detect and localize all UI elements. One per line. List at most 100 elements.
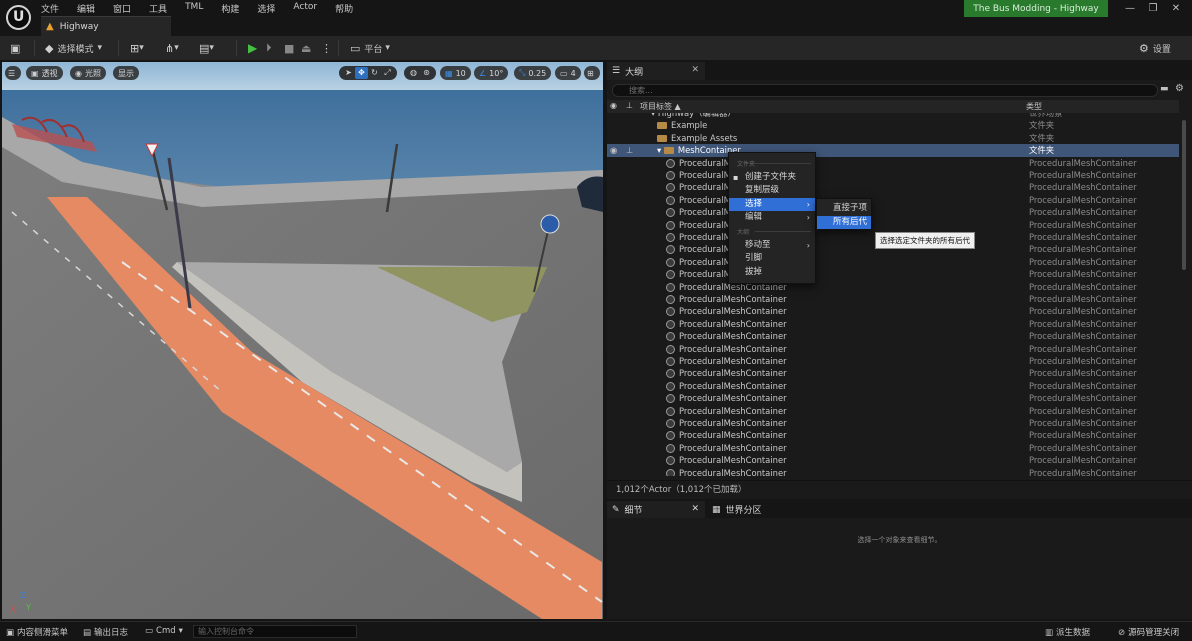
- world-partition-tab[interactable]: ▦ 世界分区: [707, 501, 807, 518]
- menu-tml[interactable]: TML: [176, 0, 212, 14]
- outliner-search-input[interactable]: 搜索...: [612, 84, 1158, 97]
- outliner-row-actor[interactable]: ProceduralMeshContainerProceduralMeshCon…: [607, 330, 1179, 342]
- console-command-input[interactable]: 输入控制台命令: [193, 625, 357, 638]
- pin-item[interactable]: 引脚: [729, 252, 815, 265]
- outliner-scrollbar[interactable]: [1182, 120, 1186, 270]
- angle-snap-button[interactable]: ∠ 10°: [474, 66, 509, 80]
- surface-snap-icon[interactable]: ⊛: [420, 67, 433, 79]
- outliner-row-actor[interactable]: ProceduralMeshContainerProceduralMeshCon…: [607, 169, 1179, 181]
- outliner-row-actor[interactable]: ProceduralMeshContainerProceduralMeshCon…: [607, 467, 1179, 476]
- content-drawer-button[interactable]: ▣ 内容侧滑菜单: [6, 626, 68, 638]
- outliner-row-folder[interactable]: Example Assets 文件夹: [607, 132, 1179, 144]
- outliner-row-actor[interactable]: ProceduralMeshContainerProceduralMeshCon…: [607, 181, 1179, 193]
- outliner-row-actor[interactable]: ProceduralMeshContainerProceduralMeshCon…: [607, 367, 1179, 379]
- close-button[interactable]: ✕: [1166, 3, 1186, 17]
- view-mode-button[interactable]: ◉ 光照: [70, 66, 106, 80]
- cmd-label: Cmd: [156, 626, 176, 636]
- maximize-button[interactable]: ❐: [1143, 3, 1163, 17]
- camera-speed-button[interactable]: ▭ 4: [555, 66, 581, 80]
- visibility-eye-icon[interactable]: ◉: [610, 144, 617, 156]
- outliner-row-actor[interactable]: ProceduralMeshContainerProceduralMeshCon…: [607, 281, 1179, 293]
- outliner-tab[interactable]: ☰ 大纲 ✕: [607, 62, 705, 80]
- level-viewport[interactable]: ☰ ▣ 透视 ◉ 光照 显示 ➤ ✥ ↻ ⤢ ◍ ⊛ ▦ 10 ∠ 10° ⤡ …: [2, 62, 603, 619]
- level-tab[interactable]: ▲ Highway: [41, 16, 171, 36]
- source-control-button[interactable]: ⊘ 源码管理关闭: [1118, 626, 1179, 638]
- immediate-children-item[interactable]: 直接子项: [817, 202, 871, 215]
- outliner-row-actor[interactable]: ProceduralMeshContainerProceduralMeshCon…: [607, 442, 1179, 454]
- select-tool-icon[interactable]: ➤: [342, 67, 355, 79]
- settings-button[interactable]: ⚙ 设置: [1139, 39, 1171, 57]
- folder-add-icon[interactable]: ▬: [1160, 84, 1169, 94]
- world-space-icon[interactable]: ◍: [407, 67, 420, 79]
- play-button[interactable]: ▶: [248, 39, 257, 57]
- outliner-row-actor[interactable]: ProceduralMeshContainerProceduralMeshCon…: [607, 355, 1179, 367]
- perspective-button[interactable]: ▣ 透视: [26, 66, 63, 80]
- menu-file[interactable]: 文件: [32, 0, 68, 15]
- outliner-row-folder[interactable]: Example 文件夹: [607, 119, 1179, 131]
- select-mode-dropdown[interactable]: ◆ 选择模式 ▾: [45, 39, 102, 57]
- menu-tools[interactable]: 工具: [140, 0, 176, 15]
- stop-button[interactable]: ■: [284, 39, 294, 57]
- platform-dropdown[interactable]: ▭ 平台 ▾: [350, 39, 390, 57]
- minimize-button[interactable]: —: [1120, 3, 1140, 17]
- save-button[interactable]: ▣: [10, 39, 20, 57]
- outliner-row-actor[interactable]: ProceduralMeshContainerProceduralMeshCon…: [607, 429, 1179, 441]
- blueprint-button[interactable]: ⋔ ▾: [165, 39, 179, 57]
- details-tab[interactable]: ✎ 细节 ✕: [607, 501, 705, 518]
- unreal-logo-icon[interactable]: [6, 5, 31, 30]
- scale-snap-button[interactable]: ⤡ 0.25: [514, 66, 552, 80]
- create-subfolder-item[interactable]: ▪ 创建子文件夹: [729, 171, 815, 184]
- outliner-row-actor[interactable]: ProceduralMeshContainerProceduralMeshCon…: [607, 206, 1179, 218]
- outliner-row-actor[interactable]: ProceduralMeshContainerProceduralMeshCon…: [607, 293, 1179, 305]
- menu-edit[interactable]: 编辑: [68, 0, 104, 15]
- cmd-dropdown[interactable]: ▭ Cmd ▾: [145, 626, 183, 636]
- outliner-row-actor[interactable]: ProceduralMeshContainerProceduralMeshCon…: [607, 318, 1179, 330]
- content-drawer-label: 内容侧滑菜单: [17, 628, 69, 638]
- close-icon[interactable]: ✕: [691, 504, 699, 514]
- outliner-row-actor[interactable]: ProceduralMeshContainerProceduralMeshCon…: [607, 380, 1179, 392]
- outliner-row-actor[interactable]: ProceduralMeshContainerProceduralMeshCon…: [607, 417, 1179, 429]
- outliner-row-actor[interactable]: ProceduralMeshContainerProceduralMeshCon…: [607, 219, 1179, 231]
- outliner-row-actor[interactable]: ProceduralMeshContainerProceduralMeshCon…: [607, 343, 1179, 355]
- expand-arrow-icon[interactable]: ▾: [657, 145, 664, 155]
- outliner-row-folder[interactable]: ◉ ⊥ ▾ MeshContainer 文件夹: [607, 144, 1179, 157]
- select-item[interactable]: 选择 ›: [729, 198, 815, 211]
- play-options-button[interactable]: ⋮: [321, 39, 332, 57]
- all-descendants-item[interactable]: 所有后代: [817, 216, 871, 229]
- menu-select[interactable]: 选择: [248, 0, 284, 15]
- outliner-row-actor[interactable]: ProceduralMeshContainerProceduralMeshCon…: [607, 405, 1179, 417]
- menu-actor[interactable]: Actor: [284, 0, 326, 14]
- maximize-viewport-button[interactable]: ⊞: [584, 66, 600, 80]
- type-column-header[interactable]: 类型: [1026, 101, 1042, 112]
- outliner-row-actor[interactable]: ProceduralMeshContainerProceduralMeshCon…: [607, 268, 1179, 280]
- advance-frame-button[interactable]: ⏵: [266, 39, 272, 57]
- menu-help[interactable]: 帮助: [326, 0, 362, 15]
- scale-tool-icon[interactable]: ⤢: [381, 67, 394, 79]
- outliner-row-actor[interactable]: ProceduralMeshContainerProceduralMeshCon…: [607, 194, 1179, 206]
- derived-data-button[interactable]: ▥ 派生数据: [1045, 626, 1090, 638]
- menu-window[interactable]: 窗口: [104, 0, 140, 15]
- unpin-item[interactable]: 拔掉: [729, 266, 815, 279]
- output-log-button[interactable]: ▤ 输出日志: [83, 626, 128, 638]
- menu-build[interactable]: 构建: [212, 0, 248, 15]
- outliner-row-actor[interactable]: ProceduralMeshContainerProceduralMeshCon…: [607, 256, 1179, 268]
- show-button[interactable]: 显示: [113, 66, 139, 80]
- outliner-row-actor[interactable]: ProceduralMeshContainerProceduralMeshCon…: [607, 392, 1179, 404]
- duplicate-hierarchy-item[interactable]: 复制层级: [729, 184, 815, 197]
- edit-item[interactable]: 编辑 ›: [729, 211, 815, 224]
- cinematics-button[interactable]: ▤ ▾: [199, 39, 214, 57]
- outliner-row-actor[interactable]: ProceduralMeshContainerProceduralMeshCon…: [607, 157, 1179, 169]
- move-to-item[interactable]: 移动至 ›: [729, 239, 815, 252]
- move-tool-icon[interactable]: ✥: [355, 67, 368, 79]
- eject-button[interactable]: ⏏: [301, 39, 311, 57]
- close-icon[interactable]: ✕: [691, 65, 699, 75]
- outliner-row-actor[interactable]: ProceduralMeshContainerProceduralMeshCon…: [607, 305, 1179, 317]
- label-column-header[interactable]: 项目标签 ▲: [640, 101, 681, 112]
- pin-icon[interactable]: ⊥: [626, 144, 633, 156]
- outliner-row-actor[interactable]: ProceduralMeshContainerProceduralMeshCon…: [607, 454, 1179, 466]
- viewport-menu-button[interactable]: ☰: [5, 66, 21, 80]
- rotate-tool-icon[interactable]: ↻: [368, 67, 381, 79]
- add-actor-button[interactable]: ⊞ ▾: [130, 39, 144, 57]
- grid-snap-button[interactable]: ▦ 10: [440, 66, 471, 80]
- gear-icon[interactable]: ⚙: [1175, 83, 1184, 94]
